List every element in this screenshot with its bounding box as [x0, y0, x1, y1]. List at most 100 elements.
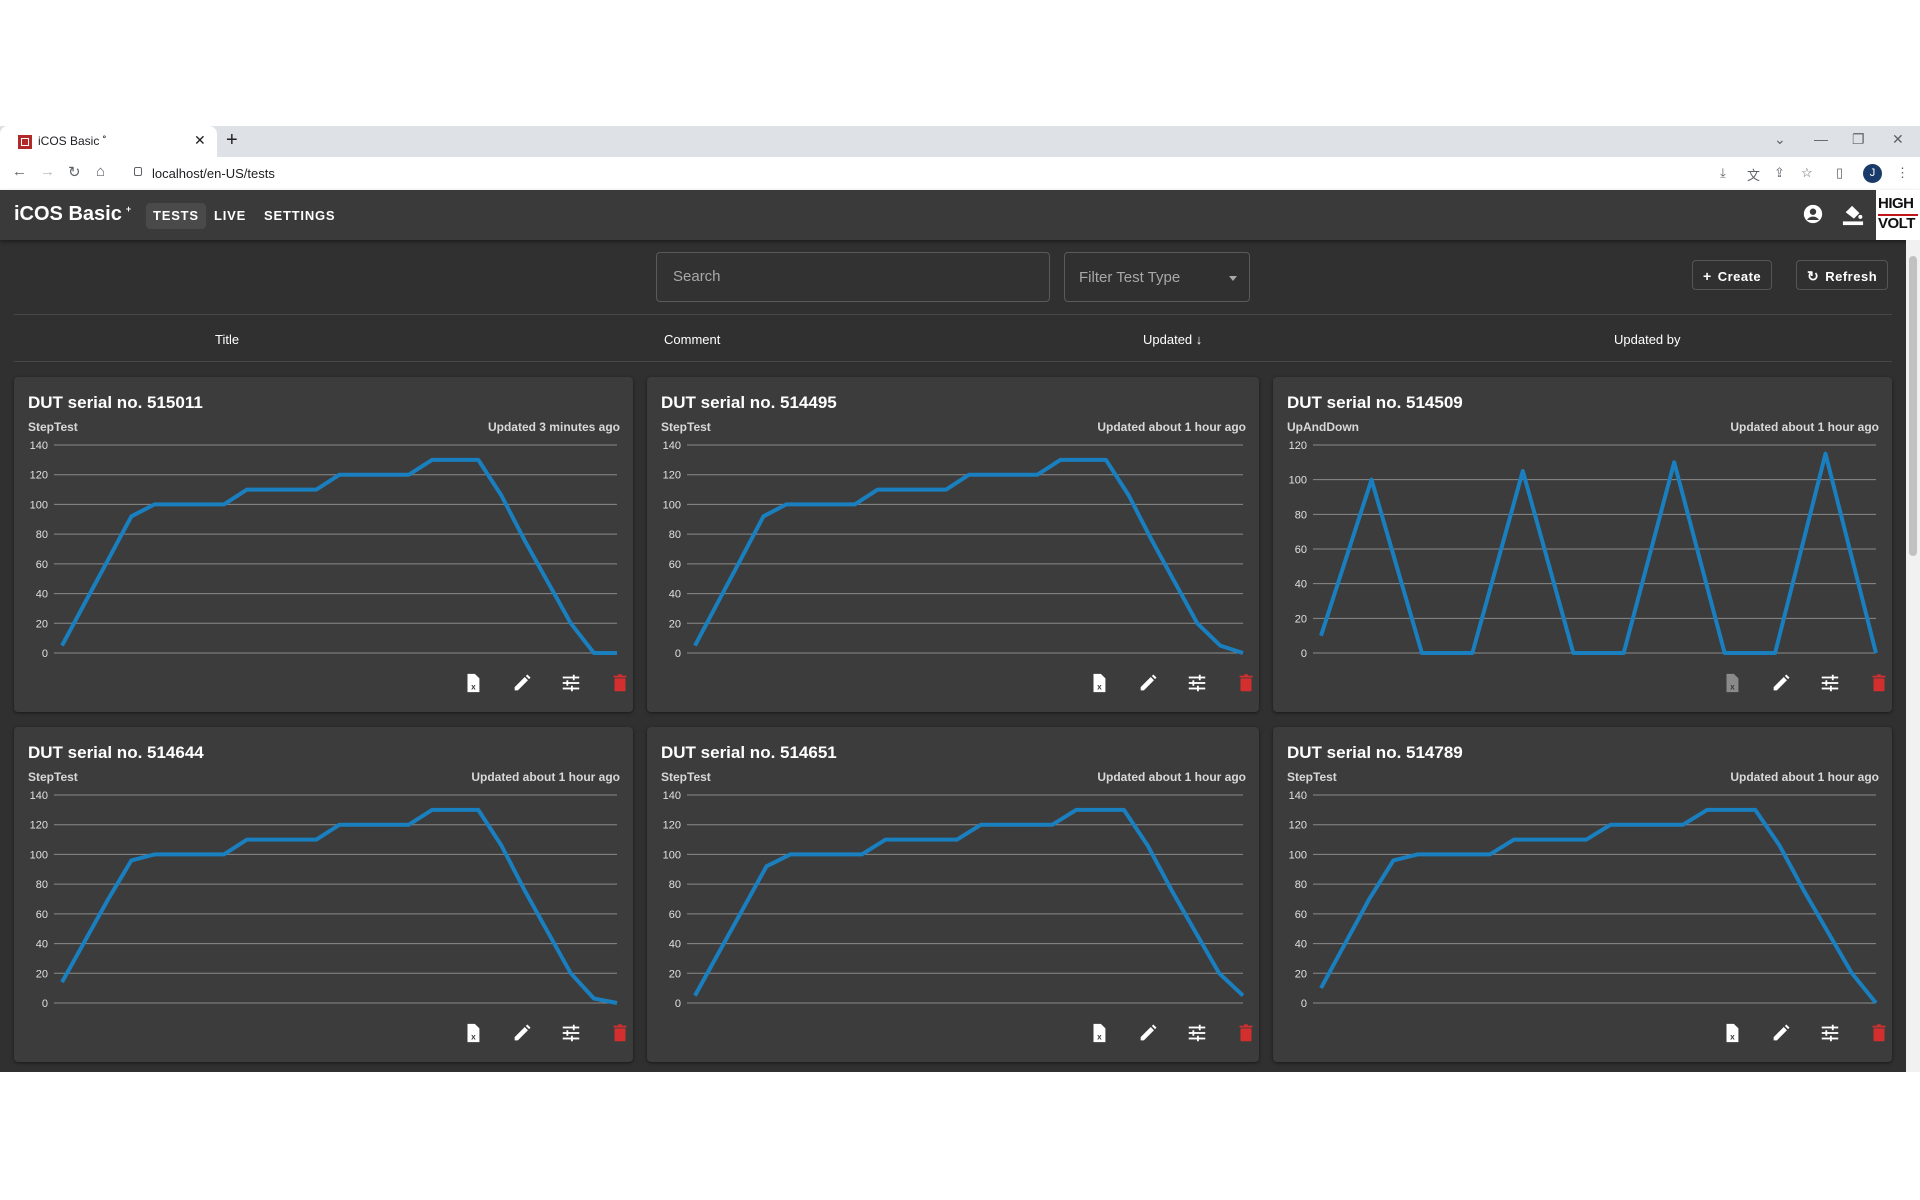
- test-card-6[interactable]: DUT serial no. 514789 StepTest Updated a…: [1273, 727, 1892, 1062]
- delete-icon[interactable]: [1235, 672, 1257, 694]
- theme-bucket-icon[interactable]: [1842, 203, 1864, 232]
- back-icon[interactable]: ←: [12, 163, 27, 180]
- card-updated: Updated 3 minutes ago: [487, 420, 620, 434]
- column-header-updated-by[interactable]: Updated by: [1614, 332, 1681, 347]
- test-card-3[interactable]: DUT serial no. 514509 UpAndDown Updated …: [1273, 377, 1892, 712]
- close-tab-icon[interactable]: ✕: [194, 132, 206, 149]
- edit-icon[interactable]: [1770, 1022, 1792, 1044]
- delete-icon[interactable]: [1868, 1022, 1890, 1044]
- edit-icon[interactable]: [1137, 1022, 1159, 1044]
- card-chart: 0 20 40 60 80 100 120 140: [30, 790, 618, 1007]
- nav-tab-settings[interactable]: SETTINGS: [257, 203, 342, 229]
- card-test-type: StepTest: [661, 420, 711, 434]
- y-tick-label: 140: [663, 440, 681, 452]
- edit-icon[interactable]: [1770, 672, 1792, 694]
- delete-icon[interactable]: [609, 1022, 631, 1044]
- y-tick-label: 0: [42, 648, 48, 657]
- settings-sliders-icon[interactable]: [1819, 672, 1841, 694]
- export-excel-icon[interactable]: x: [1088, 672, 1110, 694]
- export-excel-icon[interactable]: x: [1721, 672, 1743, 694]
- bookmark-star-icon[interactable]: ☆: [1801, 165, 1813, 181]
- export-excel-icon[interactable]: x: [1088, 1022, 1110, 1044]
- export-excel-icon[interactable]: x: [462, 1022, 484, 1044]
- home-icon[interactable]: ⌂: [96, 163, 105, 180]
- y-tick-label: 60: [1295, 909, 1307, 921]
- test-card-5[interactable]: DUT serial no. 514651 StepTest Updated a…: [647, 727, 1259, 1062]
- column-header-title[interactable]: Title: [215, 332, 239, 347]
- y-tick-label: 80: [669, 879, 681, 891]
- series-line: [693, 457, 1244, 655]
- new-tab-icon[interactable]: +: [226, 129, 238, 152]
- nav-tab-tests[interactable]: TESTS: [146, 203, 206, 229]
- minimize-icon[interactable]: —: [1814, 131, 1828, 147]
- browser-tab[interactable]: iCOS Basic ˚ ✕: [0, 126, 217, 157]
- y-tick-label: 120: [30, 470, 48, 482]
- svg-text:x: x: [1097, 1032, 1102, 1041]
- tab-search-icon[interactable]: ⌄: [1774, 131, 1786, 148]
- profile-avatar[interactable]: J: [1863, 164, 1882, 183]
- y-tick-label: 20: [669, 618, 681, 630]
- settings-sliders-icon[interactable]: [560, 1022, 582, 1044]
- y-tick-label: 100: [663, 849, 681, 861]
- series-line: [60, 457, 617, 655]
- tab-title: iCOS Basic ˚: [38, 134, 107, 148]
- edit-icon[interactable]: [1137, 672, 1159, 694]
- column-header-updated[interactable]: Updated ↓: [1143, 332, 1202, 347]
- install-icon[interactable]: ⤓: [1720, 165, 1726, 181]
- forward-icon[interactable]: →: [40, 163, 55, 180]
- test-card-2[interactable]: DUT serial no. 514495 StepTest Updated a…: [647, 377, 1259, 712]
- close-window-icon[interactable]: ✕: [1892, 131, 1904, 148]
- scrollbar-thumb[interactable]: [1909, 256, 1917, 556]
- column-header-comment[interactable]: Comment: [664, 332, 720, 347]
- url-text: localhost/en-US/tests: [152, 166, 275, 181]
- refresh-label: Refresh: [1825, 269, 1878, 284]
- test-type-placeholder: Filter Test Type: [1079, 269, 1181, 286]
- card-updated: Updated about 1 hour ago: [471, 770, 620, 784]
- nav-tab-live[interactable]: LIVE: [207, 203, 253, 229]
- app-name-sup: +: [125, 204, 132, 215]
- settings-sliders-icon[interactable]: [1186, 672, 1208, 694]
- restore-icon[interactable]: ❐: [1852, 131, 1865, 148]
- address-bar[interactable]: localhost/en-US/tests: [124, 162, 1724, 185]
- export-excel-icon[interactable]: x: [462, 672, 484, 694]
- y-tick-label: 140: [30, 440, 48, 452]
- y-tick-label: 60: [36, 559, 48, 571]
- delete-icon[interactable]: [609, 672, 631, 694]
- translate-icon[interactable]: 文: [1747, 165, 1760, 184]
- settings-sliders-icon[interactable]: [560, 672, 582, 694]
- edit-icon[interactable]: [511, 672, 533, 694]
- y-tick-label: 0: [42, 998, 48, 1007]
- edit-icon[interactable]: [511, 1022, 533, 1044]
- browser-toolbar: ← → ↻ ⌂ localhost/en-US/tests ⤓ 文 ⇪ ☆ ▯ …: [0, 157, 1920, 191]
- card-chart: 0 20 40 60 80 100 120 140: [1289, 790, 1878, 1007]
- create-label: Create: [1717, 269, 1762, 284]
- y-tick-label: 100: [1289, 475, 1307, 487]
- series-line: [693, 807, 1245, 998]
- refresh-button[interactable]: ↻ Refresh: [1796, 260, 1889, 290]
- y-tick-label: 0: [1301, 998, 1307, 1007]
- card-title: DUT serial no. 514495: [661, 393, 837, 412]
- delete-icon[interactable]: [1868, 672, 1890, 694]
- settings-sliders-icon[interactable]: [1186, 1022, 1208, 1044]
- test-type-filter[interactable]: Filter Test Type: [1064, 252, 1250, 302]
- test-card-1[interactable]: DUT serial no. 515011 StepTest Updated 3…: [14, 377, 633, 712]
- y-tick-label: 60: [36, 909, 48, 921]
- search-input[interactable]: [671, 267, 1035, 286]
- card-chart: 0 20 40 60 80 100 120 140: [663, 790, 1245, 1007]
- page-scrollbar[interactable]: [1906, 240, 1920, 1072]
- delete-icon[interactable]: [1235, 1022, 1257, 1044]
- share-icon[interactable]: ⇪: [1774, 165, 1785, 181]
- export-excel-icon[interactable]: x: [1721, 1022, 1743, 1044]
- reload-icon[interactable]: ↻: [68, 163, 81, 181]
- account-icon[interactable]: [1802, 203, 1824, 230]
- settings-sliders-icon[interactable]: [1819, 1022, 1841, 1044]
- header-divider-bottom: [14, 361, 1892, 362]
- browser-menu-icon[interactable]: ⋮: [1896, 165, 1909, 181]
- logo-bar: [1878, 214, 1918, 216]
- side-panel-icon[interactable]: ▯: [1836, 165, 1843, 181]
- search-field[interactable]: [656, 252, 1050, 302]
- test-card-4[interactable]: DUT serial no. 514644 StepTest Updated a…: [14, 727, 633, 1062]
- card-test-type: StepTest: [1287, 770, 1337, 784]
- card-updated: Updated about 1 hour ago: [1730, 420, 1879, 434]
- create-button[interactable]: + Create: [1692, 260, 1773, 290]
